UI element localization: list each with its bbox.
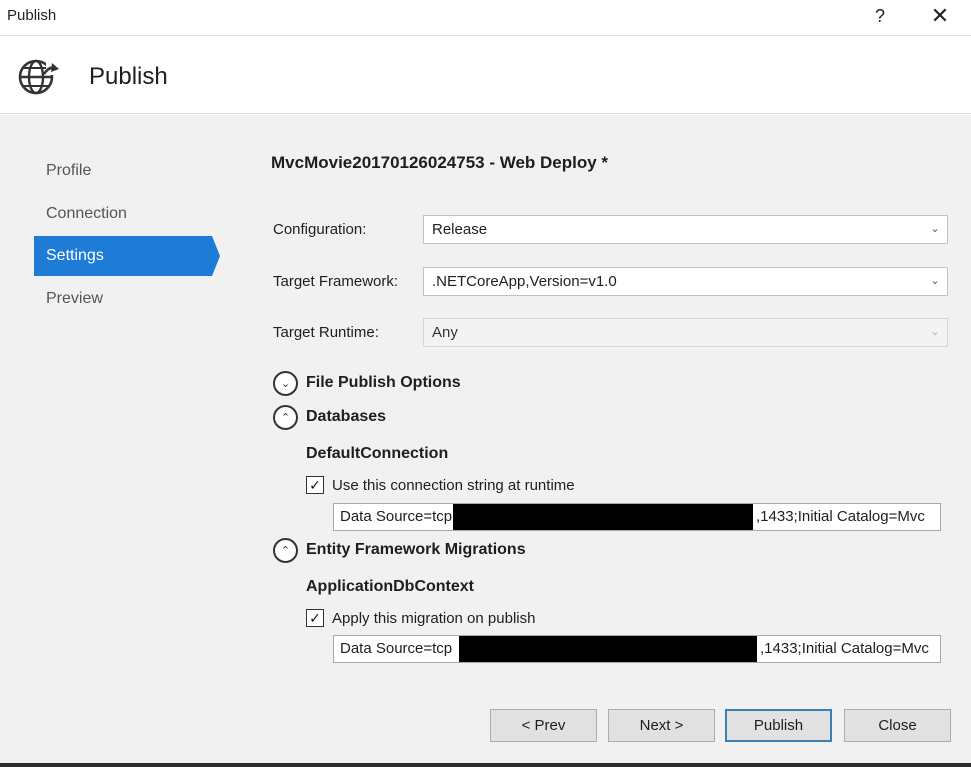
chevron-down-icon: ⌄ (930, 275, 940, 287)
chevron-down-icon: ⌄ (930, 223, 940, 235)
close-button[interactable]: Close (844, 709, 951, 742)
nav-item-profile[interactable]: Profile (34, 151, 214, 191)
expand-icon: ⌄ (273, 370, 298, 396)
checkbox-label: Use this connection string at runtime (332, 476, 575, 494)
file-publish-options-toggle[interactable]: ⌄ File Publish Options (273, 370, 461, 396)
target-runtime-value: Any (432, 324, 458, 341)
connection-string-prefix: Data Source=tcp (340, 640, 453, 657)
use-connection-string-checkbox[interactable]: ✓ Use this connection string at runtime (306, 475, 575, 495)
nav-item-label: Preview (46, 290, 103, 307)
target-runtime-label: Target Runtime: (273, 324, 379, 341)
collapse-icon: ⌃ (273, 404, 298, 430)
window-bottom-border (0, 763, 971, 767)
collapse-icon: ⌃ (273, 537, 298, 563)
migration-connection-string-input[interactable]: Data Source=tcp ,1433;Initial Catalog=Mv… (333, 635, 941, 663)
target-runtime-select[interactable]: Any ⌄ (423, 318, 948, 347)
target-framework-value: .NETCoreApp,Version=v1.0 (432, 273, 617, 290)
dialog-content: Profile Connection Settings Preview MvcM… (0, 115, 971, 763)
checkmark-icon: ✓ (306, 476, 324, 494)
section-label: Entity Framework Migrations (306, 541, 526, 558)
connection-string-suffix: ,1433;Initial Catalog=Mvc (760, 640, 929, 657)
chevron-down-icon: ⌄ (930, 326, 940, 338)
target-framework-label: Target Framework: (273, 273, 399, 290)
application-db-context-heading: ApplicationDbContext (306, 578, 474, 595)
nav-item-connection[interactable]: Connection (34, 194, 214, 234)
nav-item-label: Connection (46, 205, 127, 222)
nav-item-label: Settings (46, 247, 104, 264)
section-label: Databases (306, 408, 387, 425)
next-button[interactable]: Next > (608, 709, 715, 742)
connection-string-prefix: Data Source=tcp (340, 508, 453, 525)
checkbox-label: Apply this migration on publish (332, 609, 536, 627)
section-label: File Publish Options (306, 374, 461, 391)
dialog-title: Publish (89, 63, 168, 90)
configuration-label: Configuration: (273, 221, 367, 238)
nav-item-settings[interactable]: Settings (34, 236, 220, 276)
default-connection-string-input[interactable]: Data Source=tcp ,1433;Initial Catalog=Mv… (333, 503, 941, 531)
ef-migrations-toggle[interactable]: ⌃ Entity Framework Migrations (273, 537, 526, 563)
window-title: Publish (7, 7, 57, 24)
connection-string-suffix: ,1433;Initial Catalog=Mvc (756, 508, 925, 525)
databases-toggle[interactable]: ⌃ Databases (273, 404, 386, 430)
configuration-select[interactable]: Release ⌄ (423, 215, 948, 244)
default-connection-heading: DefaultConnection (306, 445, 449, 462)
window-close-button[interactable]: ✕ (925, 3, 955, 29)
help-button[interactable]: ? (868, 3, 892, 29)
publish-button[interactable]: Publish (725, 709, 832, 742)
target-framework-select[interactable]: .NETCoreApp,Version=v1.0 ⌄ (423, 267, 948, 296)
redaction-block (459, 636, 757, 662)
window-titlebar: Publish ? ✕ (0, 0, 971, 36)
checkmark-icon: ✓ (306, 609, 324, 627)
nav-item-preview[interactable]: Preview (34, 279, 214, 319)
globe-publish-icon (18, 59, 60, 95)
redaction-block (453, 504, 753, 530)
dialog-header: Publish (0, 37, 971, 114)
configuration-value: Release (432, 221, 488, 238)
nav-item-label: Profile (46, 162, 92, 179)
profile-title: MvcMovie20170126024753 - Web Deploy * (271, 153, 609, 172)
apply-migration-checkbox[interactable]: ✓ Apply this migration on publish (306, 608, 535, 628)
prev-button[interactable]: < Prev (490, 709, 597, 742)
